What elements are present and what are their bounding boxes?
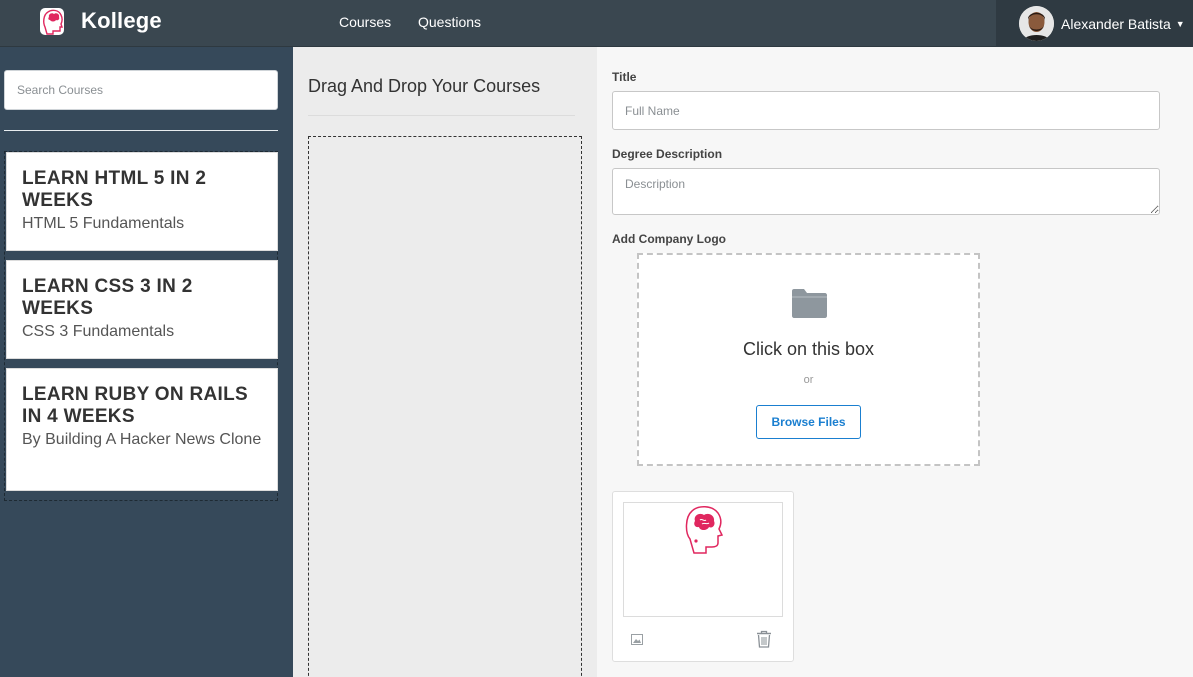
sidebar: LEARN HTML 5 IN 2 WEEKS HTML 5 Fundament… bbox=[0, 47, 293, 677]
search-courses-input[interactable] bbox=[4, 70, 278, 110]
course-subtitle: HTML 5 Fundamentals bbox=[22, 215, 185, 232]
trash-icon[interactable] bbox=[756, 630, 772, 648]
logo-preview-card bbox=[612, 491, 794, 662]
or-separator: or bbox=[803, 374, 814, 386]
course-card[interactable]: LEARN RUBY ON RAILS IN 4 WEEKS By Buildi… bbox=[6, 368, 278, 491]
avatar[interactable] bbox=[1019, 6, 1054, 41]
description-textarea[interactable] bbox=[612, 168, 1160, 215]
upload-instruction: Click on this box bbox=[742, 339, 875, 359]
panel-divider bbox=[308, 115, 575, 116]
course-card[interactable]: LEARN HTML 5 IN 2 WEEKS HTML 5 Fundament… bbox=[6, 152, 278, 251]
course-subtitle: CSS 3 Fundamentals bbox=[22, 323, 175, 340]
logo-upload-box[interactable]: Click on this box or Browse Files bbox=[637, 253, 980, 466]
chevron-down-icon[interactable]: ▼ bbox=[1176, 19, 1185, 29]
nav-courses-link[interactable]: Courses bbox=[339, 14, 391, 30]
user-name: Alexander Batista bbox=[1061, 15, 1171, 32]
user-avatar-icon bbox=[1019, 6, 1054, 41]
kollege-logo-icon bbox=[685, 506, 724, 554]
panel-title: Drag And Drop Your Courses bbox=[308, 76, 541, 96]
logo-preview-image bbox=[623, 502, 783, 617]
course-subtitle: By Building A Hacker News Clone bbox=[22, 431, 262, 448]
course-dropzone-panel: Drag And Drop Your Courses bbox=[293, 47, 597, 677]
sidebar-divider bbox=[4, 130, 278, 131]
top-navbar: Kollege Courses Questions Alexander Bati… bbox=[0, 0, 1193, 47]
course-title: LEARN CSS 3 IN 2 WEEKS bbox=[22, 276, 193, 319]
image-icon bbox=[631, 634, 643, 645]
course-title: LEARN HTML 5 IN 2 WEEKS bbox=[22, 168, 207, 211]
user-menu[interactable]: Alexander Batista ▼ bbox=[996, 0, 1193, 47]
nav-questions-link[interactable]: Questions bbox=[418, 14, 481, 30]
title-label: Title bbox=[612, 70, 637, 84]
browse-files-button[interactable]: Browse Files bbox=[756, 405, 861, 439]
app-name: Kollege bbox=[81, 8, 162, 33]
course-title: LEARN RUBY ON RAILS IN 4 WEEKS bbox=[22, 384, 248, 427]
logo-label: Add Company Logo bbox=[612, 232, 726, 246]
folder-icon bbox=[792, 289, 827, 318]
course-card[interactable]: LEARN CSS 3 IN 2 WEEKS CSS 3 Fundamental… bbox=[6, 260, 278, 359]
title-input[interactable] bbox=[612, 91, 1160, 130]
description-label: Degree Description bbox=[612, 147, 723, 161]
course-dropzone[interactable] bbox=[308, 136, 582, 677]
course-list: LEARN HTML 5 IN 2 WEEKS HTML 5 Fundament… bbox=[4, 151, 278, 501]
kollege-logo-icon bbox=[40, 8, 64, 35]
brand[interactable]: Kollege bbox=[38, 4, 162, 38]
